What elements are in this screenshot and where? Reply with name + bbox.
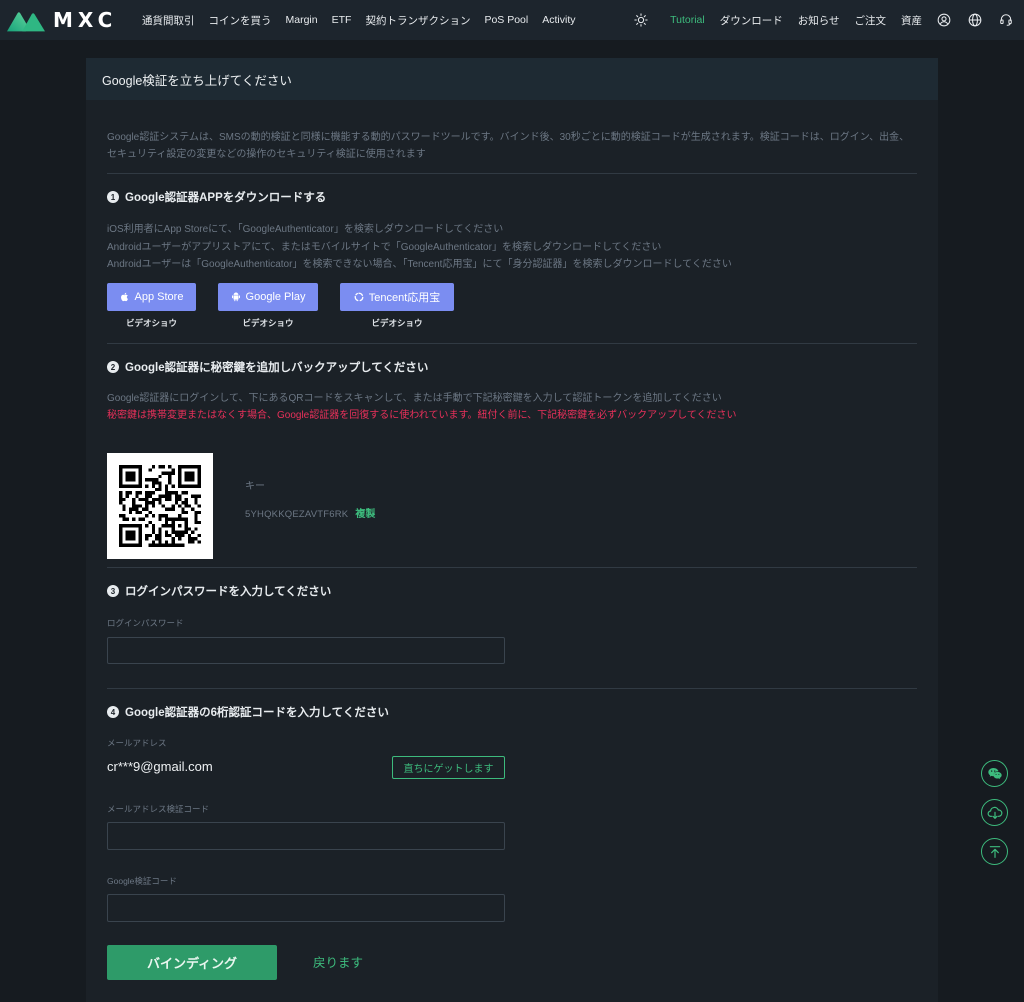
apple-icon — [120, 292, 128, 302]
main-menu: 通貨間取引 コインを買う Margin ETF 契約トランザクション PoS P… — [142, 0, 576, 40]
download-google-play: Google Play ビデオショウ — [218, 283, 318, 329]
mxc-logo[interactable]: MXC — [7, 0, 117, 40]
step-4-header: 4 Google認証器の6桁認証コードを入力してください — [107, 704, 389, 720]
bind-button[interactable]: バインディング — [107, 945, 277, 980]
email-label: メールアドレス — [107, 738, 167, 748]
logo-text: MXC — [53, 8, 118, 32]
back-to-top-button[interactable] — [981, 838, 1008, 865]
page-title: Google検証を立ち上げてください — [102, 73, 292, 88]
download-buttons: App Store ビデオショウ Google Play ビデオショウ Tenc… — [107, 283, 454, 329]
step-1-title: Google認証器APPをダウンロードする — [125, 192, 327, 204]
download-tencent: Tencent応用宝 ビデオショウ — [340, 283, 454, 329]
nav-link-announcements[interactable]: お知らせ — [798, 13, 840, 28]
step-4-title: Google認証器の6桁認証コードを入力してください — [125, 707, 389, 719]
intro-text: Google認証システムは、SMSの動的検証と同様に機能する動的パスワードツール… — [107, 132, 910, 160]
step-1-header: 1 Google認証器APPをダウンロードする — [107, 189, 326, 205]
instruction-line-android-alt: Androidユーザーは「GoogleAuthenticator」を検索できない… — [107, 259, 732, 270]
instruction-line-android: Androidユーザーがアプリストアにて、またはモバイルサイトで「GoogleA… — [107, 241, 662, 253]
nav-right: Tutorial ダウンロード お知らせ ご注文 資産 — [634, 0, 1013, 40]
tencent-video-link[interactable]: ビデオショウ — [371, 317, 422, 329]
tencent-button[interactable]: Tencent応用宝 — [340, 283, 454, 311]
qr-code-box — [107, 453, 213, 559]
menu-item-spot-trading[interactable]: 通貨間取引 — [142, 13, 195, 28]
menu-item-futures[interactable]: 契約トランザクション — [365, 13, 470, 28]
tencent-label: Tencent応用宝 — [368, 292, 441, 304]
send-code-button[interactable]: 直ちにゲットします — [392, 756, 505, 779]
nav-link-tutorial[interactable]: Tutorial — [670, 14, 705, 26]
android-icon — [231, 292, 240, 302]
chat-button[interactable] — [981, 760, 1008, 787]
tencent-icon — [354, 292, 364, 302]
qr-code — [119, 465, 201, 547]
menu-item-buy-crypto[interactable]: コインを買う — [209, 13, 272, 28]
backup-warning: 秘密鍵は携帯変更またはなくす場合、Google認証器を回復するに使われています。… — [107, 410, 737, 421]
bind-google-auth-card: Google検証を立ち上げてください Google認証システムは、SMSの動的検… — [86, 58, 938, 1002]
email-code-label: メールアドレス検証コード — [107, 804, 210, 814]
app-store-label: App Store — [134, 291, 184, 303]
step-3-number-badge: 3 — [107, 585, 119, 597]
divider — [107, 173, 917, 174]
app-store-video-link[interactable]: ビデオショウ — [126, 317, 177, 329]
divider — [107, 688, 917, 689]
back-to-top-icon — [989, 845, 1000, 858]
support-icon[interactable] — [999, 13, 1013, 27]
card-header: Google検証を立ち上げてください — [86, 58, 938, 100]
cloud-download-icon — [987, 806, 1002, 819]
download-app-float-button[interactable] — [981, 799, 1008, 826]
globe-icon[interactable] — [968, 13, 982, 27]
step-3-header: 3 ログインパスワードを入力してください — [107, 583, 331, 599]
nav-link-assets[interactable]: 資産 — [901, 13, 922, 28]
secret-key-label: キー — [245, 481, 265, 492]
menu-item-etf[interactable]: ETF — [332, 14, 352, 26]
step-2-instruction: Google認証器にログインして、下にあるQRコードをスキャンして、または手動で… — [107, 393, 722, 404]
sun-icon[interactable] — [634, 13, 648, 27]
step-4-number-badge: 4 — [107, 706, 119, 718]
google-play-label: Google Play — [245, 291, 306, 303]
email-value: cr***9@gmail.com — [107, 759, 213, 774]
copy-key-button[interactable]: 複製 — [355, 508, 375, 522]
step-2-number-badge: 2 — [107, 361, 119, 373]
login-password-input[interactable] — [107, 637, 505, 664]
step-3-title: ログインパスワードを入力してください — [125, 586, 332, 598]
secret-key-value: 5YHQKKQEZAVTF6RK — [245, 509, 349, 520]
divider — [107, 567, 917, 568]
google-play-button[interactable]: Google Play — [218, 283, 318, 311]
divider — [107, 343, 917, 344]
back-link[interactable]: 戻ります — [313, 955, 363, 971]
menu-item-activity[interactable]: Activity — [542, 14, 575, 26]
step-1-number-badge: 1 — [107, 191, 119, 203]
step-1-instructions: iOS利用者にApp Storeにて、「GoogleAuthenticator」… — [107, 221, 917, 274]
menu-item-pos-pool[interactable]: PoS Pool — [484, 14, 528, 26]
step-2-header: 2 Google認証器に秘密鍵を追加しバックアップしてください — [107, 359, 428, 375]
top-nav: MXC 通貨間取引 コインを買う Margin ETF 契約トランザクション P… — [0, 0, 1024, 40]
google-play-video-link[interactable]: ビデオショウ — [242, 317, 293, 329]
google-code-input[interactable] — [107, 894, 505, 922]
instruction-line-ios: iOS利用者にApp Storeにて、「GoogleAuthenticator」… — [107, 224, 504, 235]
step-2-title: Google認証器に秘密鍵を追加しバックアップしてください — [125, 362, 429, 374]
secret-key-row: 5YHQKKQEZAVTF6RK 複製 — [245, 508, 375, 522]
app-store-button[interactable]: App Store — [107, 283, 196, 311]
nav-link-orders[interactable]: ご注文 — [855, 13, 887, 28]
chat-icon — [987, 767, 1002, 779]
login-password-label: ログインパスワード — [107, 618, 184, 628]
floating-tools — [981, 760, 1008, 865]
mxc-logo-icon — [7, 12, 45, 32]
user-icon[interactable] — [937, 13, 951, 27]
download-app-store: App Store ビデオショウ — [107, 283, 196, 329]
google-code-label: Google検証コード — [107, 876, 177, 886]
nav-link-download[interactable]: ダウンロード — [720, 13, 783, 28]
menu-item-margin[interactable]: Margin — [286, 14, 318, 26]
email-code-input[interactable] — [107, 822, 505, 850]
